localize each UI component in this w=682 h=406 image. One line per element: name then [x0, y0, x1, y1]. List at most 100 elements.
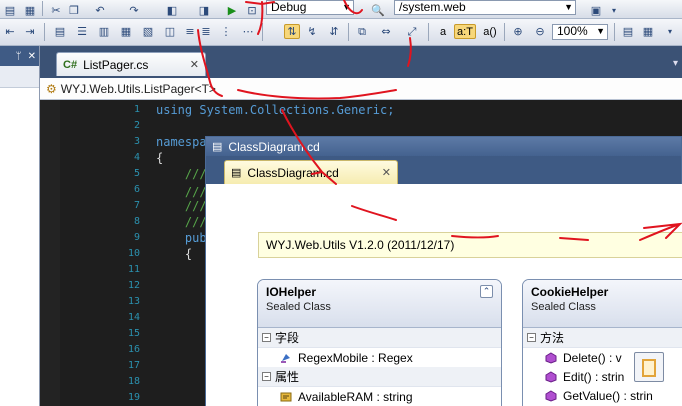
display-name-and-type-button[interactable]: a:T [454, 24, 476, 39]
line-number: 17 [127, 360, 140, 371]
complete-word-icon[interactable]: ▧ [140, 24, 156, 39]
property-icon [280, 392, 292, 401]
sort-by-access-icon[interactable]: ⇵ [326, 24, 342, 39]
chevron-down-icon: ▼ [342, 2, 351, 12]
class-diagram-window[interactable]: ▤ ClassDiagram.cd ▤ ClassDiagram.cd ✕ WY… [205, 136, 682, 406]
line-number: 14 [127, 312, 140, 323]
outdent-icon[interactable]: ⇤ [2, 24, 18, 39]
class-shape-iohelper[interactable]: IOHelper Sealed Class ⌃ − 字段 RegexMobile… [257, 279, 502, 406]
close-icon[interactable]: ✕ [28, 51, 36, 62]
layout-diagram-icon[interactable]: ⧉ [354, 24, 370, 39]
next-bookmark-icon[interactable]: ⋮ [218, 24, 234, 39]
new-class-icon[interactable]: ▦ [640, 24, 656, 39]
line-number: 12 [127, 280, 140, 291]
copy-icon[interactable]: ❐ [66, 3, 82, 18]
add-item-icon[interactable]: ▤ [2, 3, 18, 18]
section-methods[interactable]: − 方法 [523, 328, 682, 348]
undo-icon[interactable]: ↶ [92, 3, 108, 18]
solution-configuration-dropdown[interactable]: Debug ▼ [266, 0, 354, 15]
adjust-shapes-width-icon[interactable]: ⇔ [378, 24, 394, 39]
standard-toolbar: ▤ ▦ ✂ ❐ ↶ ↷ ◧ ◨ ▶ ⊡ Debug ▼ 🔍 /system.we… [0, 0, 682, 19]
class-details-icon[interactable]: ▤ [620, 24, 636, 39]
toolbar-separator [42, 1, 43, 16]
list-members-icon[interactable]: ☰ [74, 24, 90, 39]
field-icon [281, 353, 290, 363]
export-diagram-icon[interactable]: ⤢ [404, 24, 420, 39]
type-navigation-bar[interactable]: ⚙ WYJ.Web.Utils.ListPager<T> [40, 78, 682, 100]
sort-alphabetically-icon[interactable]: ↯ [304, 24, 320, 39]
pan-zoom-button[interactable] [634, 352, 664, 382]
class-shape-cookiehelper[interactable]: CookieHelper Sealed Class − 方法 Delete() … [522, 279, 682, 406]
method-icon [545, 389, 557, 402]
navigate-forward-icon[interactable]: ◨ [196, 3, 212, 18]
tab-label: ListPager.cs [83, 57, 149, 72]
shape-header: IOHelper Sealed Class ⌃ [258, 280, 501, 328]
toolbar-separator [504, 23, 505, 41]
toolbar-separator [348, 23, 349, 41]
chevron-down-icon: ▼ [564, 2, 573, 12]
class-designer-toolbar: ⇤ ⇥ ▤ ☰ ▥ ▦ ▧ ◫ ≡ ≣ ⋮ ⋯ ⇅ ↯ ⇵ ⧉ ⇔ ⤢ a a:… [0, 19, 682, 46]
method-icon [545, 370, 557, 383]
document-tab-bar: C# ListPager.cs ✕ ▾ [40, 46, 682, 78]
toolbar-options-icon[interactable]: ▾ [662, 24, 678, 39]
collapse-section-icon[interactable]: − [262, 372, 271, 381]
save-all-icon[interactable]: ▦ [22, 3, 38, 18]
section-fields[interactable]: − 字段 [258, 328, 501, 348]
line-number: 4 [133, 152, 140, 163]
close-tab-icon[interactable]: ✕ [382, 166, 391, 179]
zoom-in-icon[interactable]: ⊕ [510, 24, 526, 39]
toggle-bookmark-icon[interactable]: ◫ [162, 24, 178, 39]
collapse-section-icon[interactable]: − [262, 333, 271, 342]
project-dropdown[interactable]: /system.web ▼ [394, 0, 576, 15]
diagram-canvas[interactable]: WYJ.Web.Utils V1.2.0 (2011/12/17) IOHelp… [206, 184, 682, 406]
pin-icon[interactable]: ᛘ [16, 51, 22, 62]
redo-icon[interactable]: ↷ [126, 3, 142, 18]
display-name-button[interactable]: a [436, 24, 450, 39]
parameter-info-icon[interactable]: ▥ [96, 24, 112, 39]
section-properties[interactable]: − 属性 [258, 367, 501, 387]
line-number: 11 [127, 264, 140, 275]
navigate-backward-icon[interactable]: ◧ [164, 3, 180, 18]
line-number: 3 [133, 136, 140, 147]
attach-icon[interactable]: ⊡ [244, 3, 260, 18]
toolbar-separator [44, 23, 45, 41]
tab-listpager-cs[interactable]: C# ListPager.cs ✕ [56, 52, 206, 76]
section-title: 字段 [275, 331, 300, 345]
clear-bookmarks-icon[interactable]: ⋯ [240, 24, 256, 39]
solution-explorer-icon[interactable]: ▣ [588, 3, 604, 18]
display-full-signature-button[interactable]: a() [480, 24, 500, 39]
tab-classdiagram-cd[interactable]: ▤ ClassDiagram.cd ✕ [224, 160, 398, 184]
cut-icon[interactable]: ✂ [48, 3, 64, 18]
start-debugging-icon[interactable]: ▶ [224, 3, 240, 18]
line-number: 7 [133, 200, 140, 211]
quick-info-icon[interactable]: ▦ [118, 24, 134, 39]
member-signature: GetValue() : strin [563, 388, 653, 403]
member-row[interactable]: GetValue() : strin [523, 386, 682, 405]
diagram-comment[interactable]: WYJ.Web.Utils V1.2.0 (2011/12/17) [258, 232, 682, 258]
zoom-value: 100% [557, 24, 588, 38]
group-by-kind-icon[interactable]: ⇅ [284, 24, 300, 39]
csharp-file-icon: C# [63, 58, 78, 71]
tab-label: ClassDiagram.cd [247, 165, 339, 180]
uncomment-icon[interactable]: ≣ [198, 24, 214, 39]
member-row[interactable]: AvailableRAM : string [258, 387, 501, 406]
member-signature: Edit() : strin [563, 369, 625, 384]
toolbar-options-icon[interactable]: ▾ [606, 3, 622, 18]
zoom-out-icon[interactable]: ⊖ [532, 24, 548, 39]
member-signature: Delete() : v [563, 350, 622, 365]
comment-out-icon[interactable]: ≡ [182, 24, 198, 39]
collapse-section-icon[interactable]: − [527, 333, 536, 342]
class-name: CookieHelper [531, 285, 609, 299]
find-in-files-icon[interactable]: 🔍 [370, 3, 386, 18]
tab-list-icon[interactable]: ▾ [673, 58, 678, 69]
zoom-dropdown[interactable]: 100% ▼ [552, 24, 608, 40]
solution-explorer-panel: ᛘ ✕ [0, 46, 40, 406]
close-tab-icon[interactable]: ✕ [190, 58, 199, 71]
member-row[interactable]: RegexMobile : Regex [258, 348, 501, 367]
class-icon: ⚙ [46, 81, 57, 96]
format-icon[interactable]: ▤ [52, 24, 68, 39]
line-number: 15 [127, 328, 140, 339]
indent-icon[interactable]: ⇥ [22, 24, 38, 39]
collapse-icon[interactable]: ⌃ [480, 285, 493, 298]
class-diagram-title-bar[interactable]: ▤ ClassDiagram.cd [206, 137, 681, 156]
